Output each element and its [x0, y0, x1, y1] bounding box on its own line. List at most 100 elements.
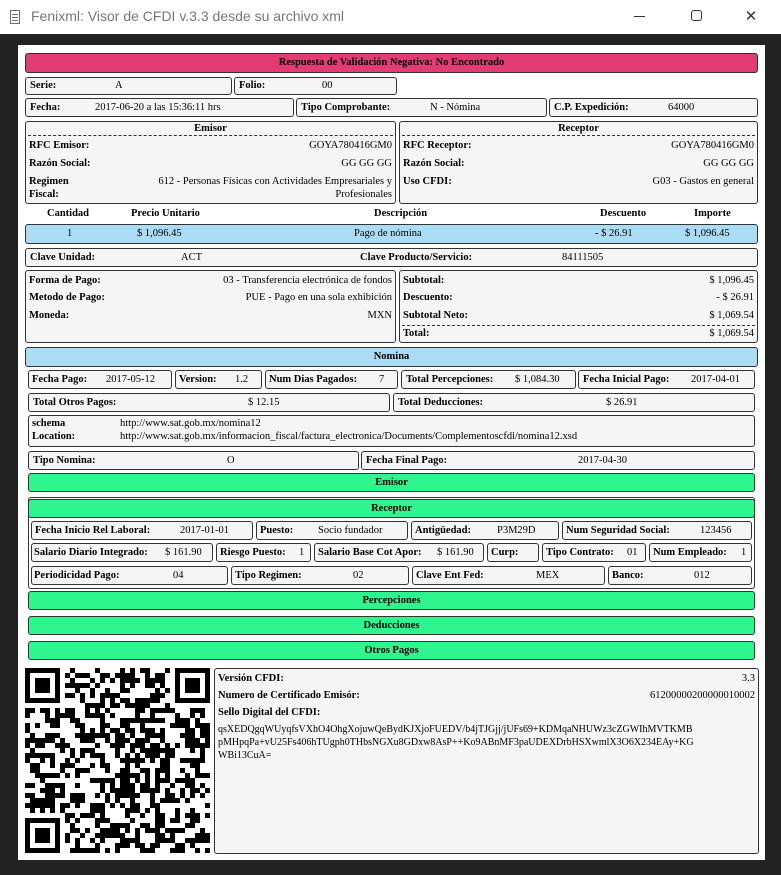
percepciones-box: Total Percepciones: $ 1,084.30: [401, 370, 576, 389]
col-descuento: Descuento: [600, 208, 647, 219]
sdi-value: $ 161.90: [165, 547, 202, 558]
schema-value: http://www.sat.gob.mx/nomina12: [120, 418, 261, 429]
emisor-regimen-value-1: 612 - Personas Físicas con Actividades E…: [158, 176, 392, 187]
tipo-nomina-box: Tipo Nomina: O: [28, 451, 359, 470]
nomina-header[interactable]: Nomina: [25, 347, 758, 367]
receptor-box: Receptor RFC Receptor: GOYA780416GM0 Raz…: [399, 121, 758, 204]
percepciones-title: Percepciones: [362, 595, 421, 606]
location-label: Location:: [32, 431, 76, 442]
fecha-fin-label: Fecha Final Pago:: [366, 455, 448, 466]
version-box: Version: 1.2: [175, 370, 262, 389]
otros-pagos-box: Total Otros Pagos: $ 12.15: [28, 393, 390, 412]
emisor-rfc-label: RFC Emisor:: [29, 140, 90, 151]
fecha-box: Fecha: 2017-06-20 a las 15:36:11 hrs: [25, 98, 294, 117]
otros-pagos-header[interactable]: Otros Pagos: [28, 641, 755, 660]
deducciones-box: Total Deducciones: $ 26.91: [393, 393, 755, 412]
total-value: $ 1,069.54: [709, 328, 754, 339]
nomina-emisor-header[interactable]: Emisor: [28, 473, 755, 492]
antiguedad-box: Antigüedad: P3M29D: [411, 521, 559, 540]
tipo-regimen-box: Tipo Regimen: 02: [231, 566, 409, 585]
concepto-cantidad: 1: [67, 228, 73, 239]
percepciones-header[interactable]: Percepciones: [28, 591, 755, 610]
fecha-pago-value: 2017-05-12: [106, 374, 155, 385]
maximize-button[interactable]: [673, 0, 719, 32]
nomina-receptor-title: Receptor: [371, 503, 412, 514]
antiguedad-value: P3M29D: [497, 525, 536, 536]
receptor-rfc-label: RFC Receptor:: [403, 140, 472, 151]
location-value: http://www.sat.gob.mx/informacion_fiscal…: [120, 431, 578, 442]
schema-label: schema: [32, 418, 66, 429]
tipo-nomina-value: O: [227, 455, 235, 466]
serie-value: A: [115, 80, 123, 91]
fecha-fin-box: Fecha Final Pago: 2017-04-30: [361, 451, 755, 470]
tipo-comprobante-box: Tipo Comprobante: N - Nómina: [296, 98, 547, 117]
nss-value: 123456: [700, 525, 732, 536]
nomina-emisor-title: Emisor: [375, 477, 408, 488]
concepto-descripcion: Pago de nómina: [354, 228, 422, 239]
pago-box: Forma de Pago: 03 - Transferencia electr…: [25, 270, 396, 343]
contrato-label: Tipo Contrato:: [546, 547, 614, 558]
minimize-icon: [634, 16, 645, 17]
receptor-title: Receptor: [558, 123, 599, 134]
emisor-title: Emisor: [194, 123, 227, 134]
tipo-comprobante-value: N - Nómina: [430, 102, 481, 113]
nss-label: Num Seguridad Social:: [566, 525, 670, 536]
sdi-box: Salario Diario Integrado: $ 161.90: [31, 543, 213, 562]
fecha-value: 2017-06-20 a las 15:36:11 hrs: [95, 102, 221, 113]
percepciones-label: Total Percepciones:: [406, 374, 494, 385]
folio-box: Folio: 00: [234, 77, 397, 95]
totales-box: Subtotal: $ 1,096.45 Descuento: - $ 26.9…: [399, 270, 758, 343]
sello-line-3: WBi13CuA=: [218, 750, 272, 761]
ent-fed-label: Clave Ent Fed:: [416, 570, 484, 581]
receptor-uso-label: Uso CFDI:: [403, 176, 452, 187]
sello-box: Versión CFDI: 3.3 Numero de Certificado …: [214, 668, 759, 854]
qr-code-icon: [25, 668, 210, 854]
sello-label: Sello Digital del CFDI:: [218, 707, 321, 718]
emisor-razon-value: GG GG GG: [341, 158, 392, 169]
banco-label: Banco:: [612, 570, 644, 581]
receptor-razon-label: Razón Social:: [403, 158, 465, 169]
deducciones-header[interactable]: Deducciones: [28, 616, 755, 635]
riesgo-box: Riesgo Puesto: 1: [216, 543, 311, 562]
curp-label: Curp:: [491, 547, 519, 558]
ent-fed-box: Clave Ent Fed: MEX: [412, 566, 605, 585]
deducciones-value: $ 26.91: [606, 397, 638, 408]
fecha-ini-value: 2017-04-01: [691, 374, 740, 385]
close-button[interactable]: ✕: [728, 0, 774, 32]
metodo-pago-label: Metodo de Pago:: [29, 292, 105, 303]
window-title: Fenixml: Visor de CFDI v.3.3 desde su ar…: [31, 8, 345, 24]
emisor-rfc-value: GOYA780416GM0: [309, 140, 392, 151]
descuento-label: Descuento:: [403, 292, 453, 303]
banco-value: 012: [694, 570, 710, 581]
receptor-razon-value: GG GG GG: [703, 158, 754, 169]
inicio-rel-label: Fecha Inicio Rel Laboral:: [35, 525, 151, 536]
version-cfdi-label: Versión CFDI:: [218, 673, 284, 684]
clave-prod-label: Clave Producto/Servicio:: [360, 252, 473, 263]
sello-line-1: qsXEDQgqWUyqfsVXhO4OhgXojuwQeBydKJXjoFUE…: [218, 724, 693, 735]
close-icon: ✕: [744, 7, 758, 25]
tipo-regimen-label: Tipo Regimen:: [235, 570, 302, 581]
col-importe: Importe: [694, 208, 731, 219]
folio-value: 00: [322, 80, 333, 91]
forma-pago-label: Forma de Pago:: [29, 275, 101, 286]
contrato-box: Tipo Contrato: 01: [542, 543, 646, 562]
conceptos-header: Cantidad Precio Unitario Descripción Des…: [25, 206, 758, 222]
fecha-label: Fecha:: [30, 102, 61, 113]
version-value: 1.2: [235, 374, 249, 385]
concepto-row[interactable]: 1 $ 1,096.45 Pago de nómina - $ 26.91 $ …: [25, 224, 758, 244]
folio-label: Folio:: [239, 80, 266, 91]
nomina-receptor-header[interactable]: Receptor: [28, 499, 755, 518]
validation-text: Respuesta de Validación Negativa: No Enc…: [278, 57, 505, 68]
tipo-comprobante-label: Tipo Comprobante:: [301, 102, 391, 113]
fecha-fin-value: 2017-04-30: [578, 455, 627, 466]
sbc-box: Salario Base Cot Apor: $ 161.90: [314, 543, 484, 562]
receptor-rfc-value: GOYA780416GM0: [671, 140, 754, 151]
empleado-label: Num Empleado:: [653, 547, 727, 558]
ent-fed-value: MEX: [536, 570, 560, 581]
clave-unidad-value: ACT: [181, 252, 202, 263]
minimize-button[interactable]: [617, 0, 663, 32]
fecha-pago-box: Fecha Pago: 2017-05-12: [28, 370, 172, 389]
qr-code-graphic: [25, 668, 210, 853]
emisor-regimen-value-2: Profesionales: [335, 189, 392, 200]
emisor-regimen-label-2: Fiscal:: [29, 189, 59, 200]
